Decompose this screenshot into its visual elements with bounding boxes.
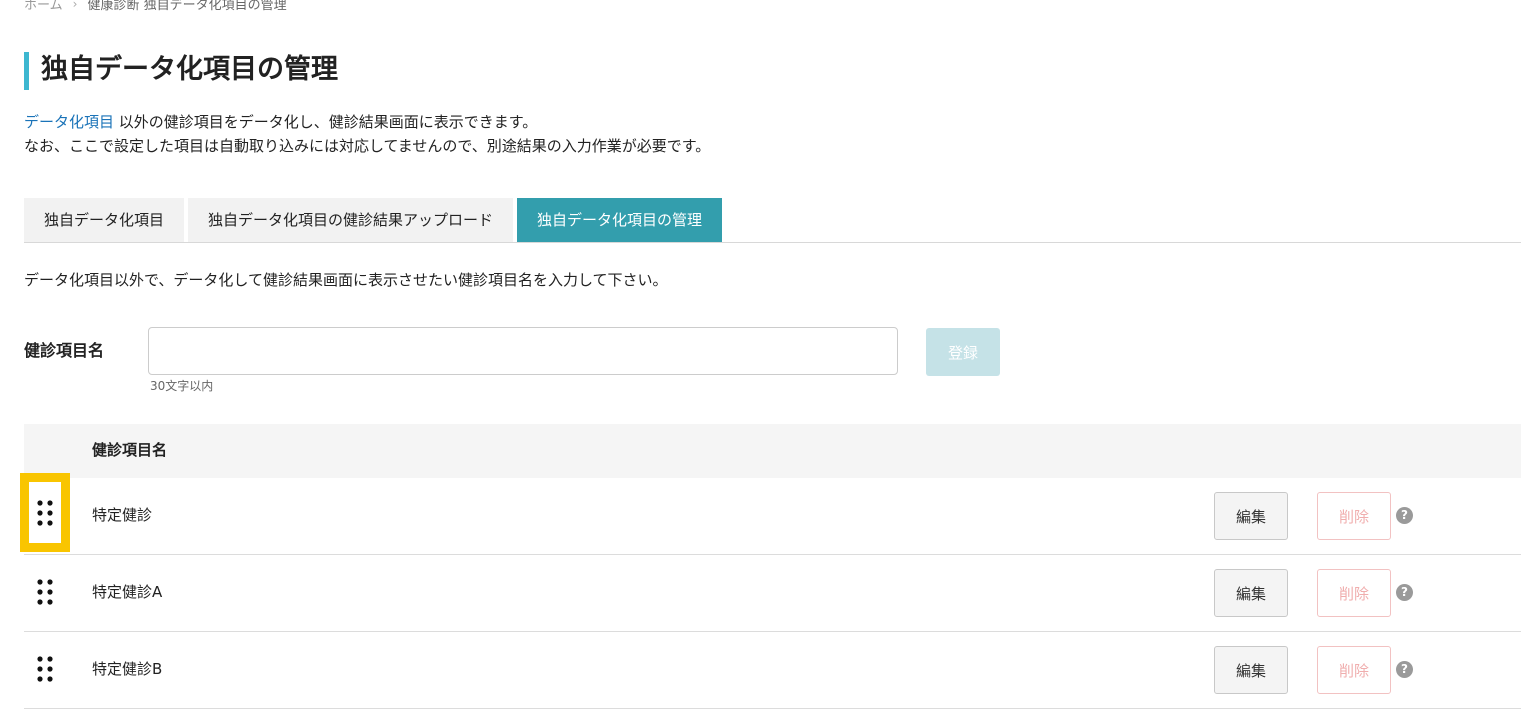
- edit-button[interactable]: 編集: [1214, 492, 1288, 540]
- tab-bar: 独自データ化項目 独自データ化項目の健診結果アップロード 独自データ化項目の管理: [24, 198, 723, 242]
- help-icon[interactable]: ?: [1396, 661, 1413, 678]
- item-name-input[interactable]: [148, 327, 898, 375]
- delete-button[interactable]: 削除: [1317, 646, 1391, 694]
- edit-button[interactable]: 編集: [1214, 569, 1288, 617]
- help-icon[interactable]: ?: [1396, 507, 1413, 524]
- edit-button[interactable]: 編集: [1214, 646, 1288, 694]
- instruction-text: データ化項目以外で、データ化して健診結果画面に表示させたい健診項目名を入力して下…: [24, 271, 668, 289]
- tab-manage-items[interactable]: 独自データ化項目の管理: [517, 198, 723, 242]
- char-limit-hint: 30文字以内: [150, 379, 214, 393]
- drag-handle-icon[interactable]: [24, 632, 66, 706]
- delete-button[interactable]: 削除: [1317, 492, 1391, 540]
- row-item-name: 特定健診A: [92, 583, 163, 601]
- drag-handle-icon[interactable]: [20, 473, 70, 552]
- page-title: 独自データ化項目の管理: [24, 52, 338, 90]
- tab-custom-data-items[interactable]: 独自データ化項目: [24, 198, 185, 242]
- breadcrumb-separator: ›: [72, 0, 78, 11]
- items-table: 健診項目名 特定健診 編集 削除 ? 特定健診A 編集 削除 ? 特定健診B 編…: [20, 424, 1521, 709]
- breadcrumb: ホーム › 健康診断 独自データ化項目の管理: [24, 0, 287, 13]
- description-line2: なお、ここで設定した項目は自動取り込みには対応してませんので、別途結果の入力作業…: [24, 137, 711, 155]
- drag-handle-icon[interactable]: [24, 555, 66, 629]
- register-button[interactable]: 登録: [926, 328, 1000, 376]
- item-name-label: 健診項目名: [24, 341, 105, 360]
- tab-divider: [24, 242, 1521, 243]
- table-row: 特定健診 編集 削除 ?: [20, 473, 1521, 555]
- breadcrumb-home-link[interactable]: ホーム: [24, 0, 63, 13]
- breadcrumb-current: 健康診断 独自データ化項目の管理: [87, 0, 287, 13]
- row-item-name: 特定健診: [92, 506, 153, 524]
- table-row: 特定健診B 編集 削除 ?: [24, 632, 1521, 709]
- table-row: 特定健診A 編集 削除 ?: [24, 555, 1521, 632]
- row-item-name: 特定健診B: [92, 660, 163, 678]
- help-icon[interactable]: ?: [1396, 584, 1413, 601]
- table-header: 健診項目名: [24, 424, 1521, 478]
- column-header-item-name: 健診項目名: [92, 441, 168, 459]
- delete-button[interactable]: 削除: [1317, 569, 1391, 617]
- description-line1: 以外の健診項目をデータ化し、健診結果画面に表示できます。: [114, 113, 538, 131]
- tab-upload-results[interactable]: 独自データ化項目の健診結果アップロード: [188, 198, 514, 242]
- page-description: データ化項目 以外の健診項目をデータ化し、健診結果画面に表示できます。 なお、こ…: [24, 110, 710, 158]
- data-items-link[interactable]: データ化項目: [24, 113, 114, 131]
